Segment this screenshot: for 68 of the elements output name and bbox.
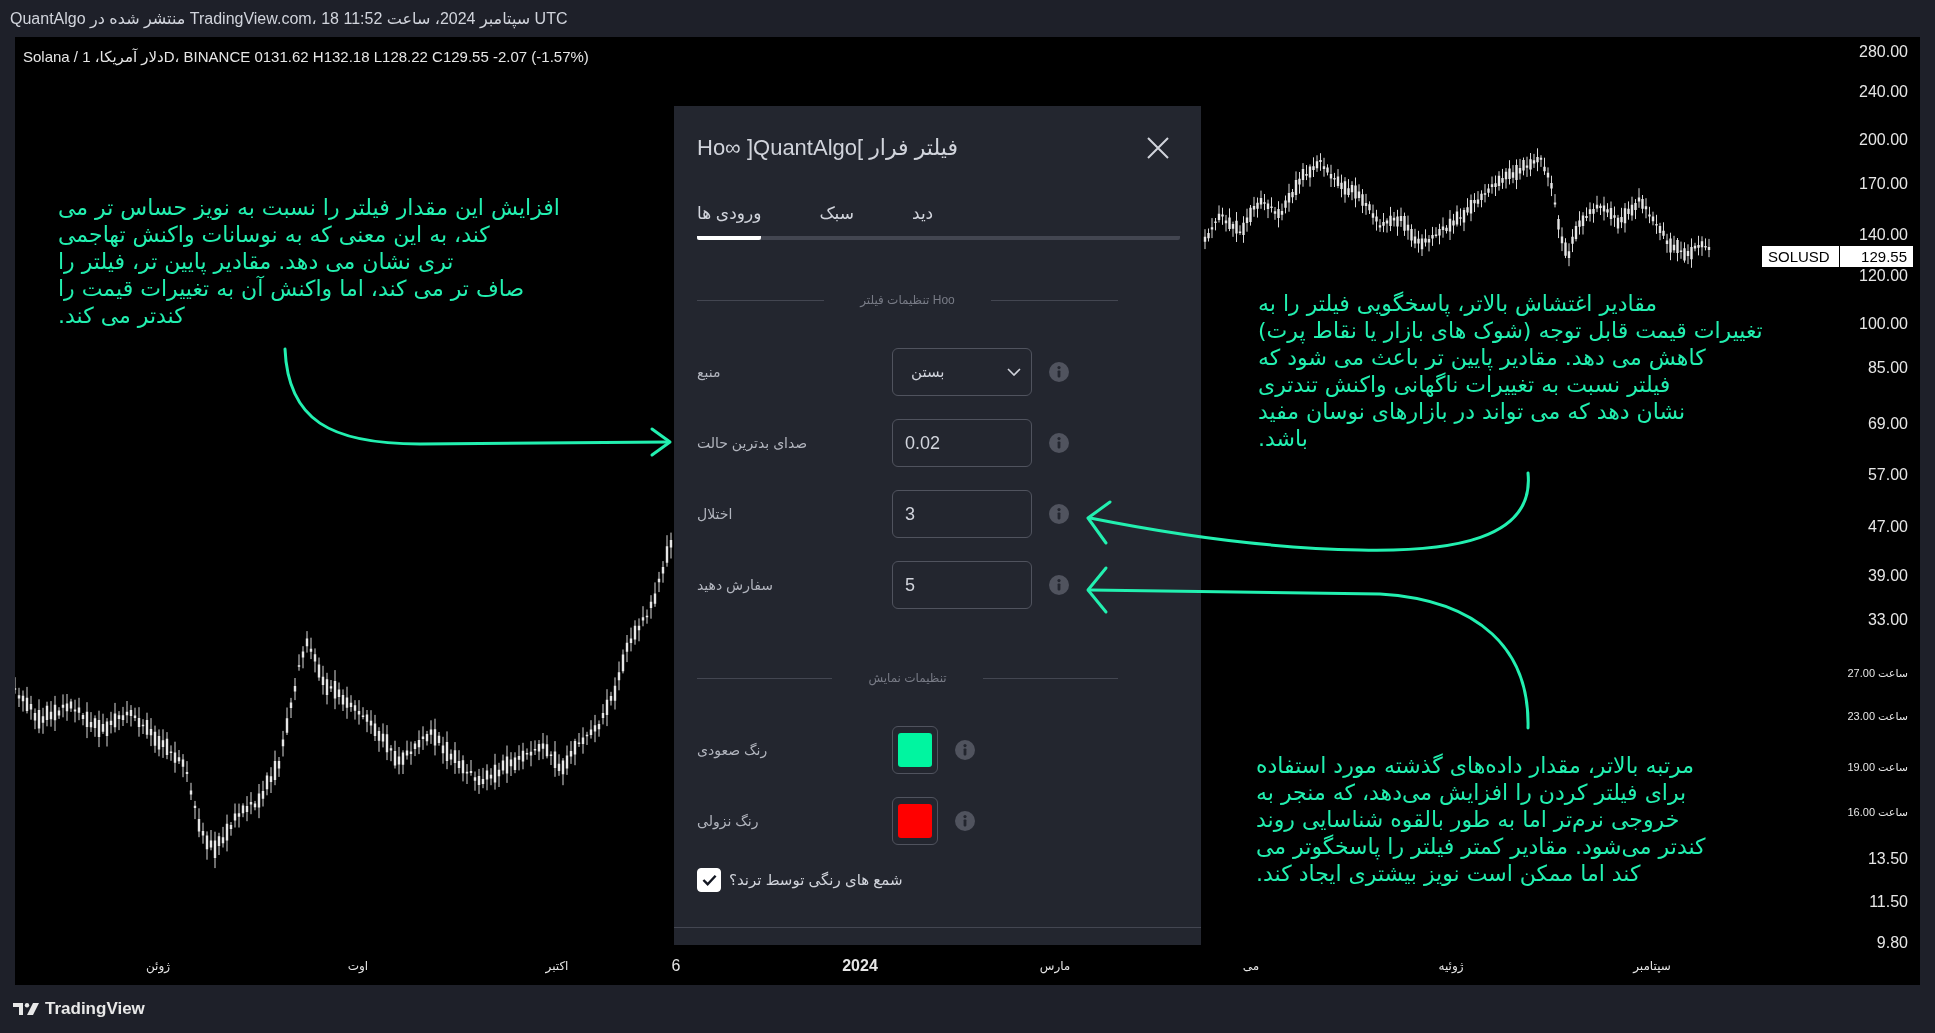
dialog-title: Ho∞ ]QuantAlgo[ فیلتر فرار — [697, 135, 958, 161]
price-axis-label: ساعت 16.00 — [1847, 805, 1908, 820]
info-icon[interactable] — [1049, 433, 1069, 453]
field-label: رنگ صعودی — [697, 742, 769, 758]
field-label: سفارش دهید — [697, 577, 774, 593]
checkbox-label: شمع های رنگی توسط ترند؟ — [729, 871, 903, 889]
price-axis-label: 13.50 — [1867, 850, 1908, 868]
price-axis-label: 120.00 — [1859, 267, 1908, 285]
chevron-down-icon — [1007, 368, 1021, 376]
logo-icon[interactable] — [13, 1003, 39, 1015]
field-label: اختلال — [697, 506, 734, 522]
annotation-text: افزایش این مقدار فیلتر را نسبت به نویز حساس تر می کند، به این معنی که به نوسانات واکنش تهاجمی تری نشان می دهد. مقادیر پایین تر، فیلتر را صاف تر می کند، اما واکنش آن به تغییرات قیمت را کندتر می کند. — [58, 194, 560, 329]
chart-legend: Solana / دلار آمریکا، 1D، BINANCE 0131.62 H132.18 L128.22 C129.55 -2.07 (-1.57%) — [23, 48, 589, 66]
info-icon[interactable] — [1049, 575, 1069, 595]
field-label: صدای بدترین حالت — [697, 435, 809, 451]
price-axis-label: 100.00 — [1859, 315, 1908, 333]
input-field[interactable]: 5 — [892, 561, 1032, 609]
time-axis-label: 2024 — [842, 957, 878, 975]
price-axis-label: 47.00 — [1867, 518, 1908, 536]
time-axis-label: ژوئن — [145, 958, 171, 975]
price-axis-label: 9.80 — [1876, 934, 1908, 952]
tab[interactable]: دید — [911, 190, 934, 240]
tab[interactable]: ورودی ها — [697, 190, 762, 240]
price-axis-label: 39.00 — [1867, 567, 1908, 585]
close-icon — [1147, 137, 1169, 159]
price-axis-label: 240.00 — [1859, 83, 1908, 101]
price-axis-label: ساعت 23.00 — [1847, 709, 1908, 724]
field-label: رنگ نزولی — [697, 813, 760, 829]
annotation-text: مقادیر اغتشاش بالاتر، پاسخگویی فیلتر را به تغییرات قیمت قابل توجه (شوک های بازار یا نقاط پرت) کاهش می دهد. مقادیر پایین تر باعث می شود که فیلتر نسبت به تغییرات ناگهانی واکنش تندتری نشان دهد که می تواند در بازارهای نوسان مفید باشد. — [1258, 290, 1763, 452]
annotation-text: مرتبه بالاتر، مقدار داده‌های گذشته مورد استفاده برای فیلتر کردن را افزایش می‌دهد، که منجر به خروجی نرم‌تر اما به طور بالقوه شناسایی روند کندتر می‌شود. مقادیر کمتر فیلتر را پاسخگوتر می کند اما ممکن است نویز بیشتری ایجاد کند. — [1256, 752, 1706, 887]
time-axis-label: ژوئیه — [1438, 958, 1464, 975]
info-icon[interactable] — [955, 811, 975, 831]
section-heading: تنظیمات فیلتر Hoo — [858, 292, 956, 308]
price-axis-label: 85.00 — [1867, 359, 1908, 377]
time-axis-label: مارس — [1039, 958, 1071, 975]
time-axis-label: 6 — [671, 957, 681, 975]
checkbox[interactable] — [697, 868, 721, 892]
tab[interactable]: سبک — [819, 190, 854, 240]
price-axis-label: 170.00 — [1859, 175, 1908, 193]
info-icon[interactable] — [1049, 362, 1069, 382]
color-picker-button[interactable] — [892, 726, 938, 774]
attribution-text: QuantAlgo منتشر شده در TradingView.com، 18 سپتامبر 2024، ساعت 11:52 UTC — [10, 9, 568, 28]
price-axis-label: 33.00 — [1867, 611, 1908, 629]
dropdown[interactable]: بستن — [892, 348, 1032, 396]
field-label: منبع — [697, 364, 722, 380]
price-axis-label: 200.00 — [1859, 131, 1908, 149]
price-axis-label: 140.00 — [1859, 226, 1908, 244]
price-axis-label: ساعت 19.00 — [1847, 760, 1908, 775]
price-axis-label: 57.00 — [1867, 466, 1908, 484]
last-price-label: 129.55 — [1840, 246, 1913, 267]
info-icon[interactable] — [955, 740, 975, 760]
time-axis-label: اکتبر — [545, 958, 569, 975]
time-axis-label: سپتامبر — [1633, 958, 1671, 975]
close-button[interactable] — [1146, 136, 1170, 160]
input-field[interactable]: 3 — [892, 490, 1032, 538]
symbol-label: SOLUSD — [1762, 246, 1839, 267]
checkmark-icon — [701, 874, 717, 886]
price-axis-label: 11.50 — [1869, 893, 1908, 911]
time-axis-label: اوت — [347, 958, 369, 975]
info-icon[interactable] — [1049, 504, 1069, 524]
brand-name: TradingView — [45, 999, 145, 1019]
price-axis-label: 69.00 — [1867, 415, 1908, 433]
color-picker-button[interactable] — [892, 797, 938, 845]
section-heading: تنظیمات نمایش — [867, 670, 948, 686]
time-axis-label: می — [1242, 958, 1260, 975]
price-axis-label: ساعت 27.00 — [1847, 666, 1908, 681]
input-field[interactable]: 0.02 — [892, 419, 1032, 467]
price-axis-label: 280.00 — [1859, 43, 1908, 61]
